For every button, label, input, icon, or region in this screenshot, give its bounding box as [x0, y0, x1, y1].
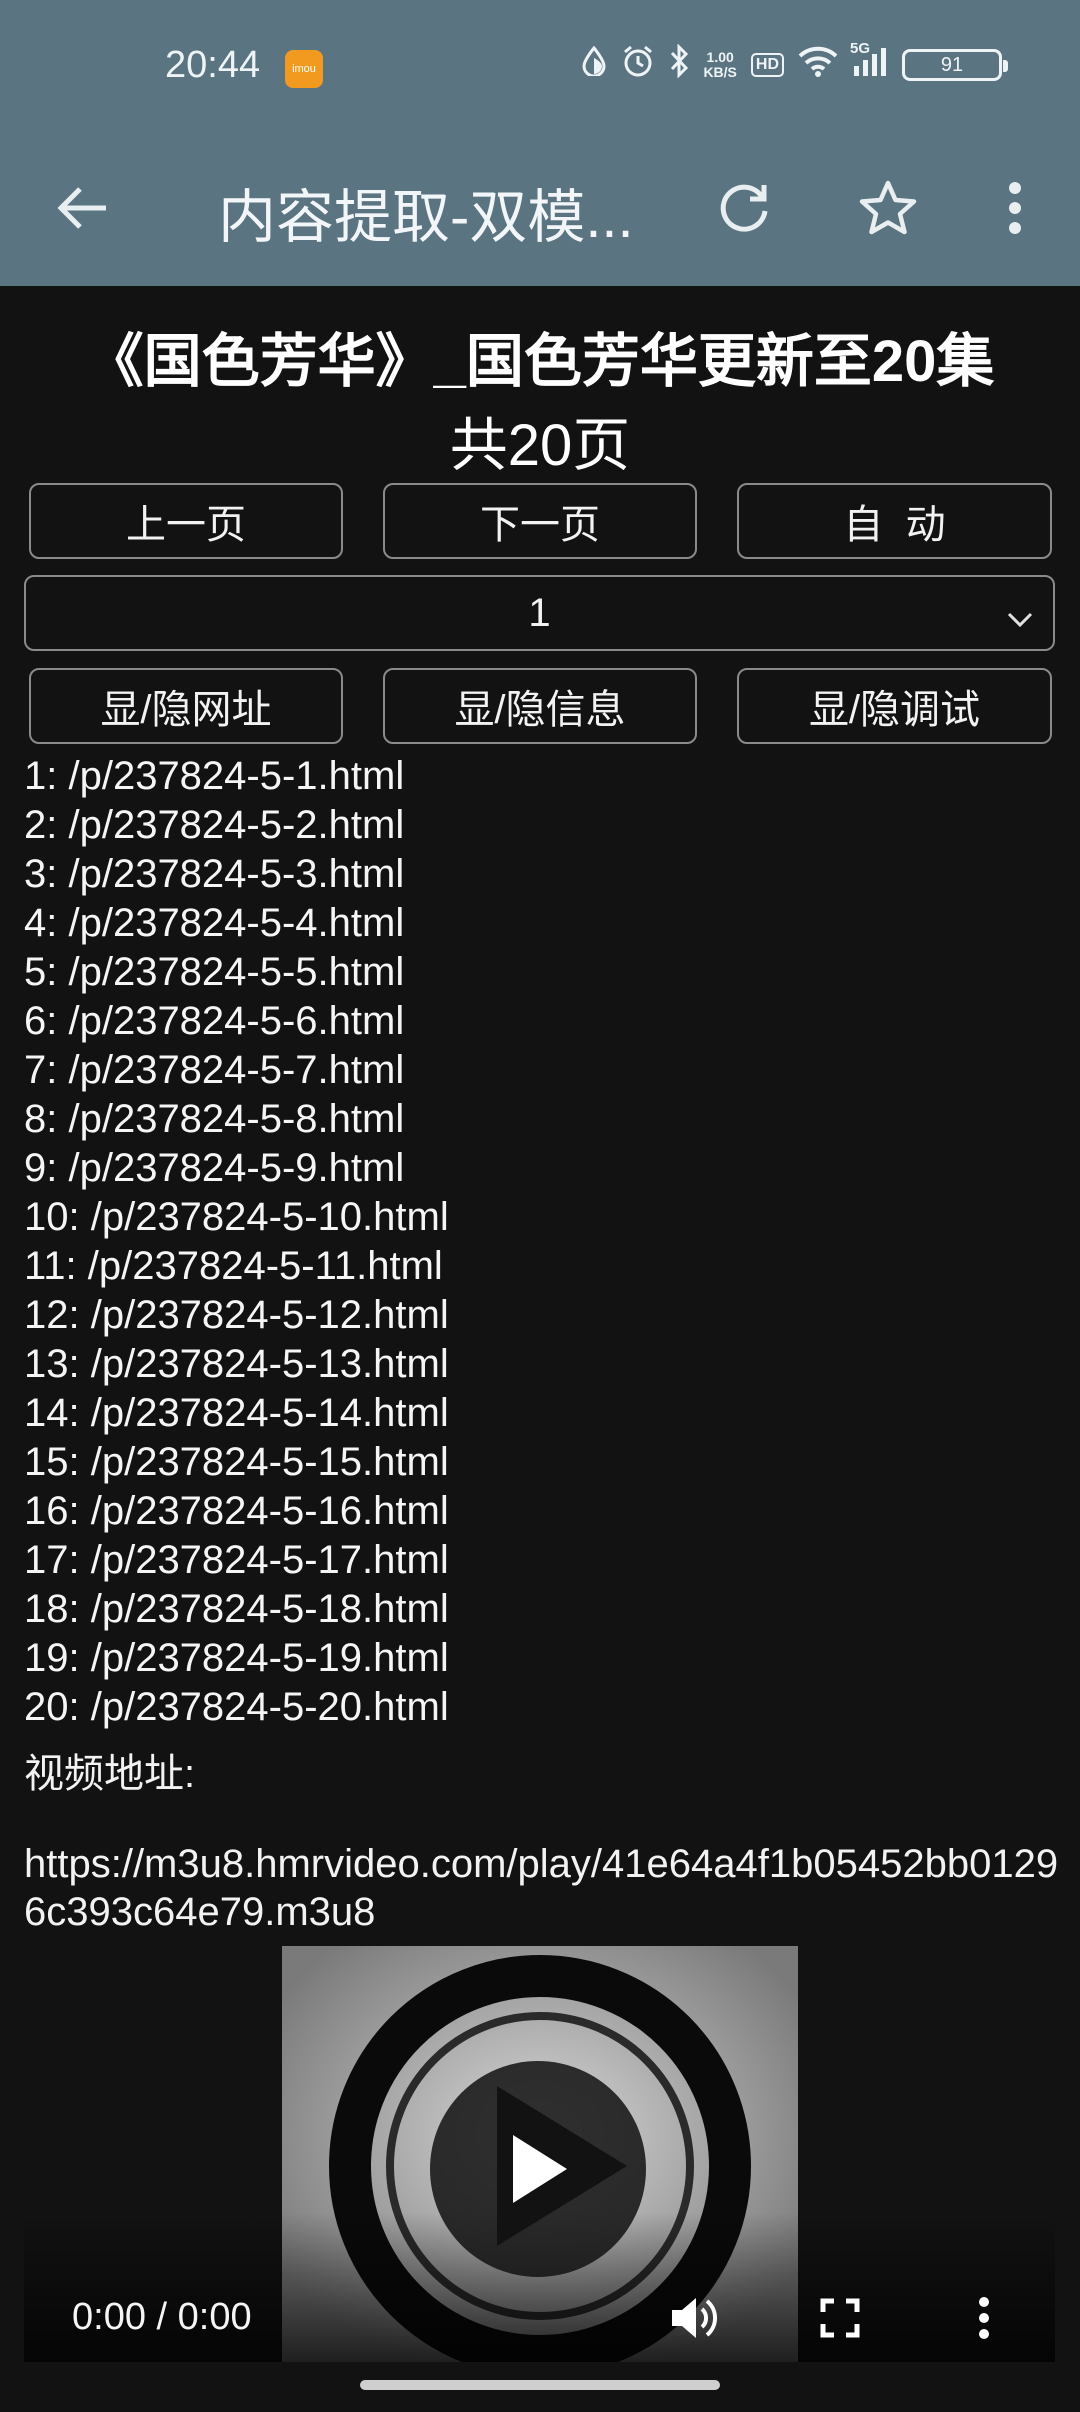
wifi-icon — [798, 45, 838, 84]
fullscreen-icon[interactable] — [810, 2288, 870, 2348]
refresh-icon[interactable] — [710, 173, 780, 243]
video-url: https://m3u8.hmrvideo.com/play/41e64a4f1… — [24, 1842, 1059, 1934]
cell-signal-icon: 5G — [850, 40, 888, 83]
list-item[interactable]: 8: /p/237824-5-8.html — [24, 1095, 449, 1144]
list-item[interactable]: 19: /p/237824-5-19.html — [24, 1634, 449, 1683]
page-count: 共20页 — [449, 413, 631, 478]
list-item[interactable]: 13: /p/237824-5-13.html — [24, 1340, 449, 1389]
back-arrow-icon[interactable] — [48, 173, 118, 243]
list-item[interactable]: 5: /p/237824-5-5.html — [24, 948, 449, 997]
net-speed-unit: KB/S — [703, 63, 737, 80]
imou-app-icon: imou — [285, 50, 323, 88]
video-player[interactable]: 0:00 / 0:00 — [24, 1946, 1055, 2362]
gesture-nav-handle[interactable] — [360, 2380, 720, 2390]
more-vert-icon[interactable] — [980, 173, 1050, 243]
list-item[interactable]: 3: /p/237824-5-3.html — [24, 850, 449, 899]
list-item[interactable]: 14: /p/237824-5-14.html — [24, 1389, 449, 1438]
network-speed: 1.00 KB/S — [703, 48, 737, 80]
list-item[interactable]: 18: /p/237824-5-18.html — [24, 1585, 449, 1634]
bluetooth-icon — [669, 43, 689, 85]
app-toolbar: 内容提取-双模... — [0, 130, 1080, 286]
list-item[interactable]: 15: /p/237824-5-15.html — [24, 1438, 449, 1487]
signal-label: 5G — [850, 40, 871, 57]
toolbar-title: 内容提取-双模... — [218, 185, 634, 250]
status-bar: 20:44 imou 1.00 KB/S HD 5G 91 — [0, 0, 1080, 130]
net-speed-value: 1.00 — [706, 48, 734, 65]
video-time-display: 0:00 / 0:00 — [72, 2296, 252, 2338]
page-select[interactable]: 1 — [24, 575, 1055, 651]
list-item[interactable]: 12: /p/237824-5-12.html — [24, 1291, 449, 1340]
toggle-url-button[interactable]: 显/隐网址 — [29, 668, 343, 744]
list-item[interactable]: 4: /p/237824-5-4.html — [24, 899, 449, 948]
page-title: 《国色芳华》_国色芳华更新至20集 — [85, 329, 995, 394]
episode-link-list: 1: /p/237824-5-1.html 2: /p/237824-5-2.h… — [24, 752, 449, 1732]
status-icons: 1.00 KB/S HD 5G 91 — [581, 40, 1008, 85]
alarm-icon — [621, 44, 655, 85]
play-icon — [513, 2135, 567, 2203]
list-item[interactable]: 6: /p/237824-5-6.html — [24, 997, 449, 1046]
auto-button[interactable]: 自 动 — [737, 483, 1052, 559]
prev-page-button[interactable]: 上一页 — [29, 483, 343, 559]
data-saver-icon — [581, 45, 607, 83]
battery-icon: 91 — [902, 48, 1008, 81]
next-page-button[interactable]: 下一页 — [383, 483, 697, 559]
play-button[interactable] — [430, 2061, 646, 2277]
list-item[interactable]: 11: /p/237824-5-11.html — [24, 1242, 449, 1291]
auto-button-label: 自 动 — [843, 503, 946, 547]
list-item[interactable]: 17: /p/237824-5-17.html — [24, 1536, 449, 1585]
list-item[interactable]: 7: /p/237824-5-7.html — [24, 1046, 449, 1095]
star-icon[interactable] — [853, 173, 923, 243]
video-address-label: 视频地址: — [24, 1752, 196, 1796]
list-item[interactable]: 2: /p/237824-5-2.html — [24, 801, 449, 850]
page-select-value: 1 — [528, 590, 551, 635]
list-item[interactable]: 16: /p/237824-5-16.html — [24, 1487, 449, 1536]
hd-badge: HD — [750, 52, 784, 77]
toggle-info-button[interactable]: 显/隐信息 — [383, 668, 697, 744]
toggle-debug-button[interactable]: 显/隐调试 — [737, 668, 1052, 744]
list-item[interactable]: 1: /p/237824-5-1.html — [24, 752, 449, 801]
list-item[interactable]: 9: /p/237824-5-9.html — [24, 1144, 449, 1193]
list-item[interactable]: 10: /p/237824-5-10.html — [24, 1193, 449, 1242]
volume-icon[interactable] — [664, 2288, 724, 2348]
chevron-down-icon — [1005, 599, 1035, 644]
status-time: 20:44 — [165, 44, 261, 86]
list-item[interactable]: 20: /p/237824-5-20.html — [24, 1683, 449, 1732]
player-more-icon[interactable] — [954, 2288, 1014, 2348]
